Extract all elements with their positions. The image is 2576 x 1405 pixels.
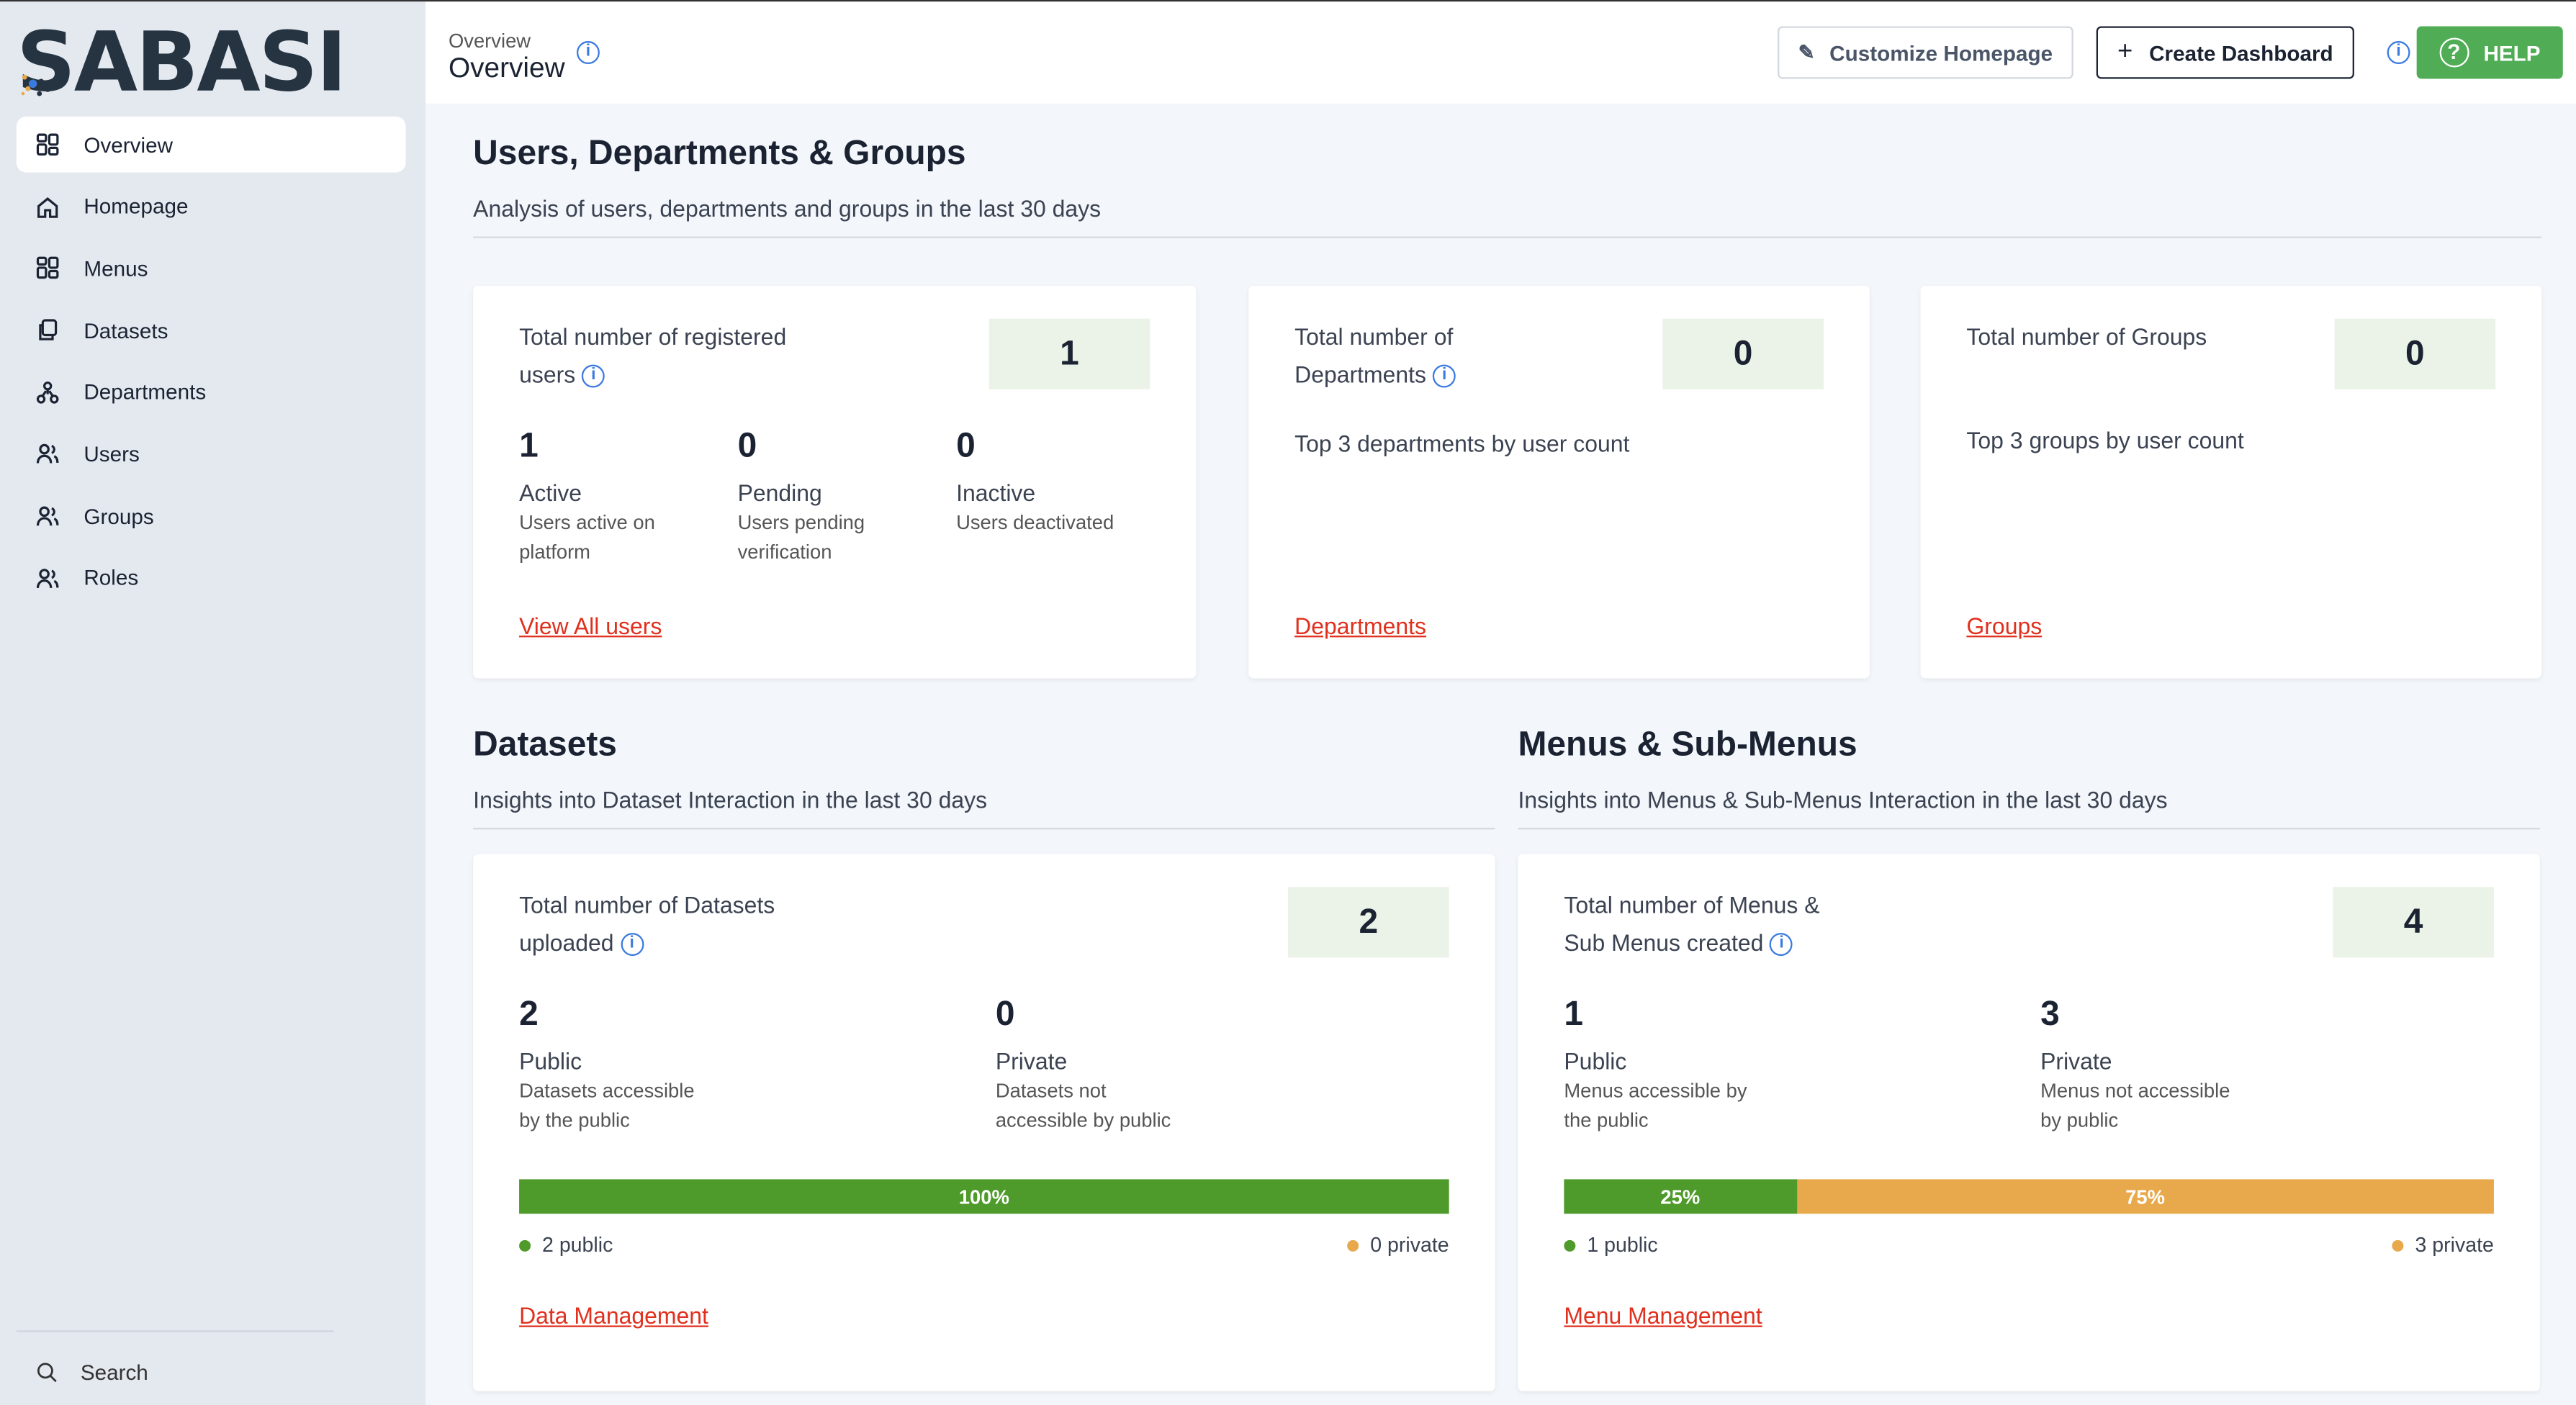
page-title: Overview: [448, 53, 565, 84]
sidebar-item-label: Overview: [84, 132, 174, 157]
bar-public-segment: 100%: [519, 1179, 1449, 1214]
card-label: Total number of Datasets uploaded: [519, 892, 775, 957]
sidebar-item-label: Datasets: [84, 317, 168, 343]
stat-public: 2 Public Datasets accessible by the public: [519, 995, 695, 1131]
legend-private: 3 private: [2392, 1234, 2494, 1257]
question-icon: ?: [2438, 37, 2469, 68]
section-title: Users, Departments & Groups: [473, 135, 966, 173]
sidebar-item-label: Homepage: [84, 194, 189, 219]
card-label: Total number of Groups: [1966, 323, 2207, 351]
sidebar-item-label: Groups: [84, 503, 154, 528]
departments-count: 0: [1662, 318, 1824, 389]
view-all-users-link[interactable]: View All users: [519, 613, 662, 639]
search-icon: [37, 1363, 57, 1383]
bar-private-segment: 75%: [1796, 1179, 2494, 1214]
info-icon[interactable]: i: [2387, 41, 2410, 64]
sidebar-item-departments[interactable]: Departments: [17, 364, 406, 420]
home-icon: [37, 196, 58, 218]
section-title: Menus & Sub-Menus: [1518, 726, 1857, 764]
grid-icon: [36, 257, 59, 280]
sidebar-item-label: Users: [84, 441, 140, 466]
section-subtitle: Insights into Menus & Sub-Menus Interact…: [1518, 787, 2168, 813]
sidebar-item-homepage[interactable]: Homepage: [17, 179, 406, 235]
menus-card: Total number of Menus & Sub Menus create…: [1518, 854, 2540, 1391]
search-button[interactable]: Search: [36, 1360, 148, 1385]
datasets-count: 2: [1288, 887, 1449, 958]
legend-public: 1 public: [1564, 1234, 1658, 1257]
card-subtitle: Top 3 departments by user count: [1294, 430, 1630, 457]
help-button[interactable]: ? HELP: [2416, 26, 2563, 79]
section-subtitle: Analysis of users, departments and group…: [473, 195, 1102, 222]
sidebar-item-label: Menus: [84, 256, 148, 281]
stat-private: 0 Private Datasets not accessible by publi…: [995, 995, 1171, 1131]
legend-public: 2 public: [519, 1234, 613, 1257]
datasets-management-link[interactable]: Data Management: [519, 1303, 708, 1329]
sidebar-item-users[interactable]: Users: [17, 426, 406, 482]
sidebar-item-label: Departments: [84, 379, 207, 405]
card-label: Total number of Departments: [1294, 323, 1454, 388]
public-private-bar: 25% 75%: [1564, 1179, 2494, 1214]
info-icon[interactable]: i: [1770, 933, 1793, 957]
stat-active: 1 Active Users active on platform: [519, 427, 655, 563]
grid-icon: [36, 133, 59, 156]
info-icon[interactable]: i: [576, 41, 600, 64]
sidebar-item-roles[interactable]: Roles: [17, 550, 406, 606]
stat-private: 3 Private Menus not accessible by public: [2040, 995, 2230, 1131]
logo-dots-icon: [21, 74, 51, 96]
stat-public: 1 Public Menus accessible by the public: [1564, 995, 1747, 1131]
section-title: Datasets: [473, 726, 617, 764]
departments-card: Total number of Departments i 0 Top 3 dep…: [1248, 286, 1870, 679]
copy-icon: [39, 319, 58, 340]
stat-pending: 0 Pending Users pending verification: [737, 427, 865, 563]
info-icon[interactable]: i: [582, 365, 605, 389]
search-label: Search: [80, 1360, 148, 1385]
sidebar-item-menus[interactable]: Menus: [17, 240, 406, 297]
groups-card: Total number of Groups 0 Top 3 groups by…: [1920, 286, 2542, 679]
departments-link[interactable]: Departments: [1294, 613, 1426, 639]
sidebar-item-overview[interactable]: Overview: [16, 117, 406, 173]
sidebar: SABASI Overview Homepage Menus Datasets Depa…: [0, 1, 426, 1405]
card-label: Total number of registered users: [519, 323, 787, 388]
card-subtitle: Top 3 groups by user count: [1966, 427, 2244, 453]
users-count: 1: [988, 318, 1150, 389]
hierarchy-icon: [36, 381, 59, 404]
groups-count: 0: [2334, 318, 2496, 389]
breadcrumb: Overview: [448, 30, 531, 53]
legend-private: 0 private: [1347, 1234, 1449, 1257]
info-icon[interactable]: i: [620, 933, 644, 957]
logo: SABASI: [16, 14, 347, 110]
plus-icon: +: [2117, 37, 2133, 66]
sidebar-item-datasets[interactable]: Datasets: [17, 302, 406, 358]
users-icon: [36, 568, 59, 588]
users-icon: [36, 444, 59, 464]
create-dashboard-button[interactable]: + Create Dashboard: [2096, 26, 2354, 79]
menus-management-link[interactable]: Menu Management: [1564, 1303, 1762, 1329]
sidebar-item-groups[interactable]: Groups: [17, 488, 406, 544]
customize-homepage-button[interactable]: ✎ Customize Homepage: [1778, 26, 2073, 79]
header: Overview Overview i ✎ Customize Homepage …: [425, 1, 2576, 104]
sidebar-item-label: Roles: [84, 565, 139, 590]
sidebar-divider: [16, 1330, 334, 1332]
edit-icon: ✎: [1798, 41, 1815, 64]
section-subtitle: Insights into Dataset Interaction in the…: [473, 787, 988, 813]
public-private-bar: 100%: [519, 1179, 1449, 1214]
groups-link[interactable]: Groups: [1966, 613, 2042, 639]
datasets-card: Total number of Datasets uploaded i 2 2 Pu…: [473, 854, 1495, 1391]
menus-count: 4: [2333, 887, 2494, 958]
stat-inactive: 0 Inactive Users deactivated: [956, 427, 1114, 534]
users-card: Total number of registered users i 1 1 Act…: [473, 286, 1197, 679]
bar-public-segment: 25%: [1564, 1179, 1797, 1214]
users-icon: [36, 506, 59, 526]
info-icon[interactable]: i: [1433, 365, 1456, 389]
